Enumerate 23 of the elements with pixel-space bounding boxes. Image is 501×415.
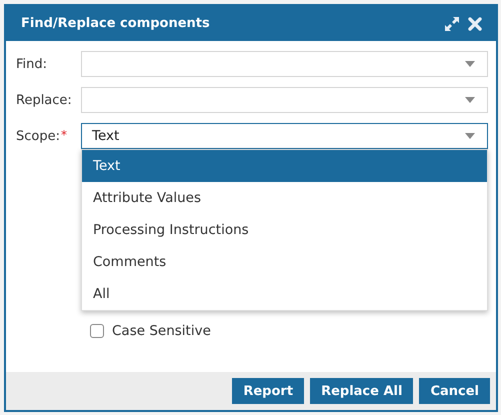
dropdown-field[interactable] <box>81 87 488 113</box>
dialog-button[interactable]: Cancel <box>419 378 490 404</box>
dialog-button[interactable]: Replace All <box>310 378 414 404</box>
dropdown-option[interactable]: Processing Instructions <box>82 214 487 246</box>
dropdown-option[interactable]: Comments <box>82 246 487 278</box>
required-mark: * <box>60 128 67 140</box>
caret-icon <box>465 133 475 139</box>
dialog-button[interactable]: Report <box>232 378 304 404</box>
dropdown-field[interactable]: Text <box>81 123 488 149</box>
close-icon[interactable] <box>468 16 482 30</box>
window-title: Find/Replace components <box>21 16 211 31</box>
caret-icon <box>465 61 475 67</box>
expand-icon[interactable] <box>444 16 460 32</box>
dropdown-option[interactable]: Attribute Values <box>82 182 487 214</box>
dropdown-field[interactable] <box>81 51 488 77</box>
dropdown-option[interactable]: All <box>82 278 487 310</box>
field-label: Replace: <box>16 92 72 108</box>
field-label: Find: <box>16 56 48 72</box>
checkbox[interactable] <box>90 324 104 338</box>
checkbox-label: Case Sensitive <box>112 323 211 339</box>
field-label: Scope: <box>16 128 60 144</box>
dropdown-option[interactable]: Text <box>82 150 487 182</box>
caret-icon <box>465 97 475 103</box>
